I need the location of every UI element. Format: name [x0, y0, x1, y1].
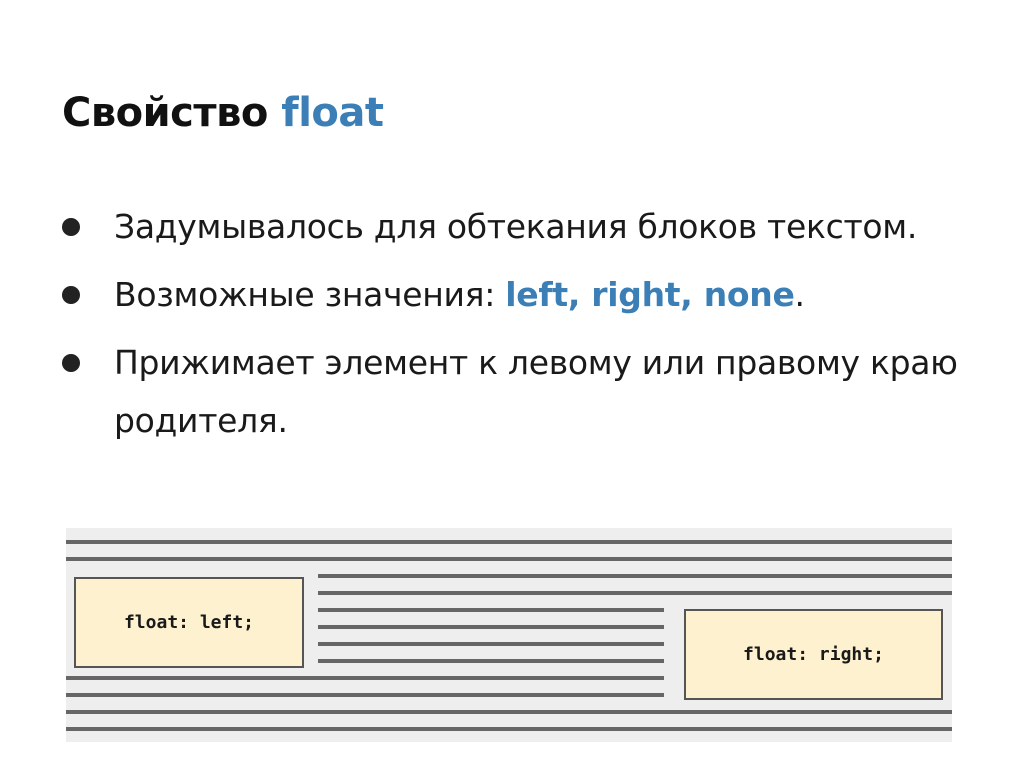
text-line	[66, 557, 952, 561]
text-line	[318, 642, 664, 646]
text-line	[318, 608, 664, 612]
bullet-dot-icon	[62, 354, 80, 372]
text-line	[66, 710, 952, 714]
bullet-dot-icon	[62, 218, 80, 236]
float-diagram: float: left; float: right;	[66, 528, 952, 742]
bullet-text: Задумывалось для обтекания блоков тексто…	[114, 207, 918, 246]
bullet-item: Прижимает элемент к левому или правому к…	[60, 334, 960, 450]
bullet-text: Прижимает элемент к левому или правому к…	[114, 343, 958, 440]
bullet-list: Задумывалось для обтекания блоков тексто…	[60, 198, 960, 460]
text-line	[318, 625, 664, 629]
float-right-box: float: right;	[684, 609, 943, 700]
float-left-label: float: left;	[123, 612, 255, 633]
text-line	[66, 540, 952, 544]
bullet-dot-icon	[62, 286, 80, 304]
bullet-text-end: .	[794, 275, 806, 314]
text-line	[318, 659, 664, 663]
float-left-box: float: left;	[74, 577, 304, 668]
float-right-label: float: right;	[743, 644, 884, 665]
bullet-item: Задумывалось для обтекания блоков тексто…	[60, 198, 960, 256]
text-line	[318, 591, 952, 595]
bullet-item: Возможные значения: left, right, none.	[60, 266, 960, 324]
title-accent: float	[281, 90, 384, 136]
text-line	[66, 727, 952, 731]
bullet-highlight: left, right, none	[505, 275, 795, 314]
text-line	[66, 693, 664, 697]
bullet-text: Возможные значения:	[114, 275, 506, 314]
text-line	[66, 676, 664, 680]
slide-title: Свойство float	[62, 90, 384, 136]
text-line	[318, 574, 952, 578]
title-prefix: Свойство	[62, 90, 282, 136]
